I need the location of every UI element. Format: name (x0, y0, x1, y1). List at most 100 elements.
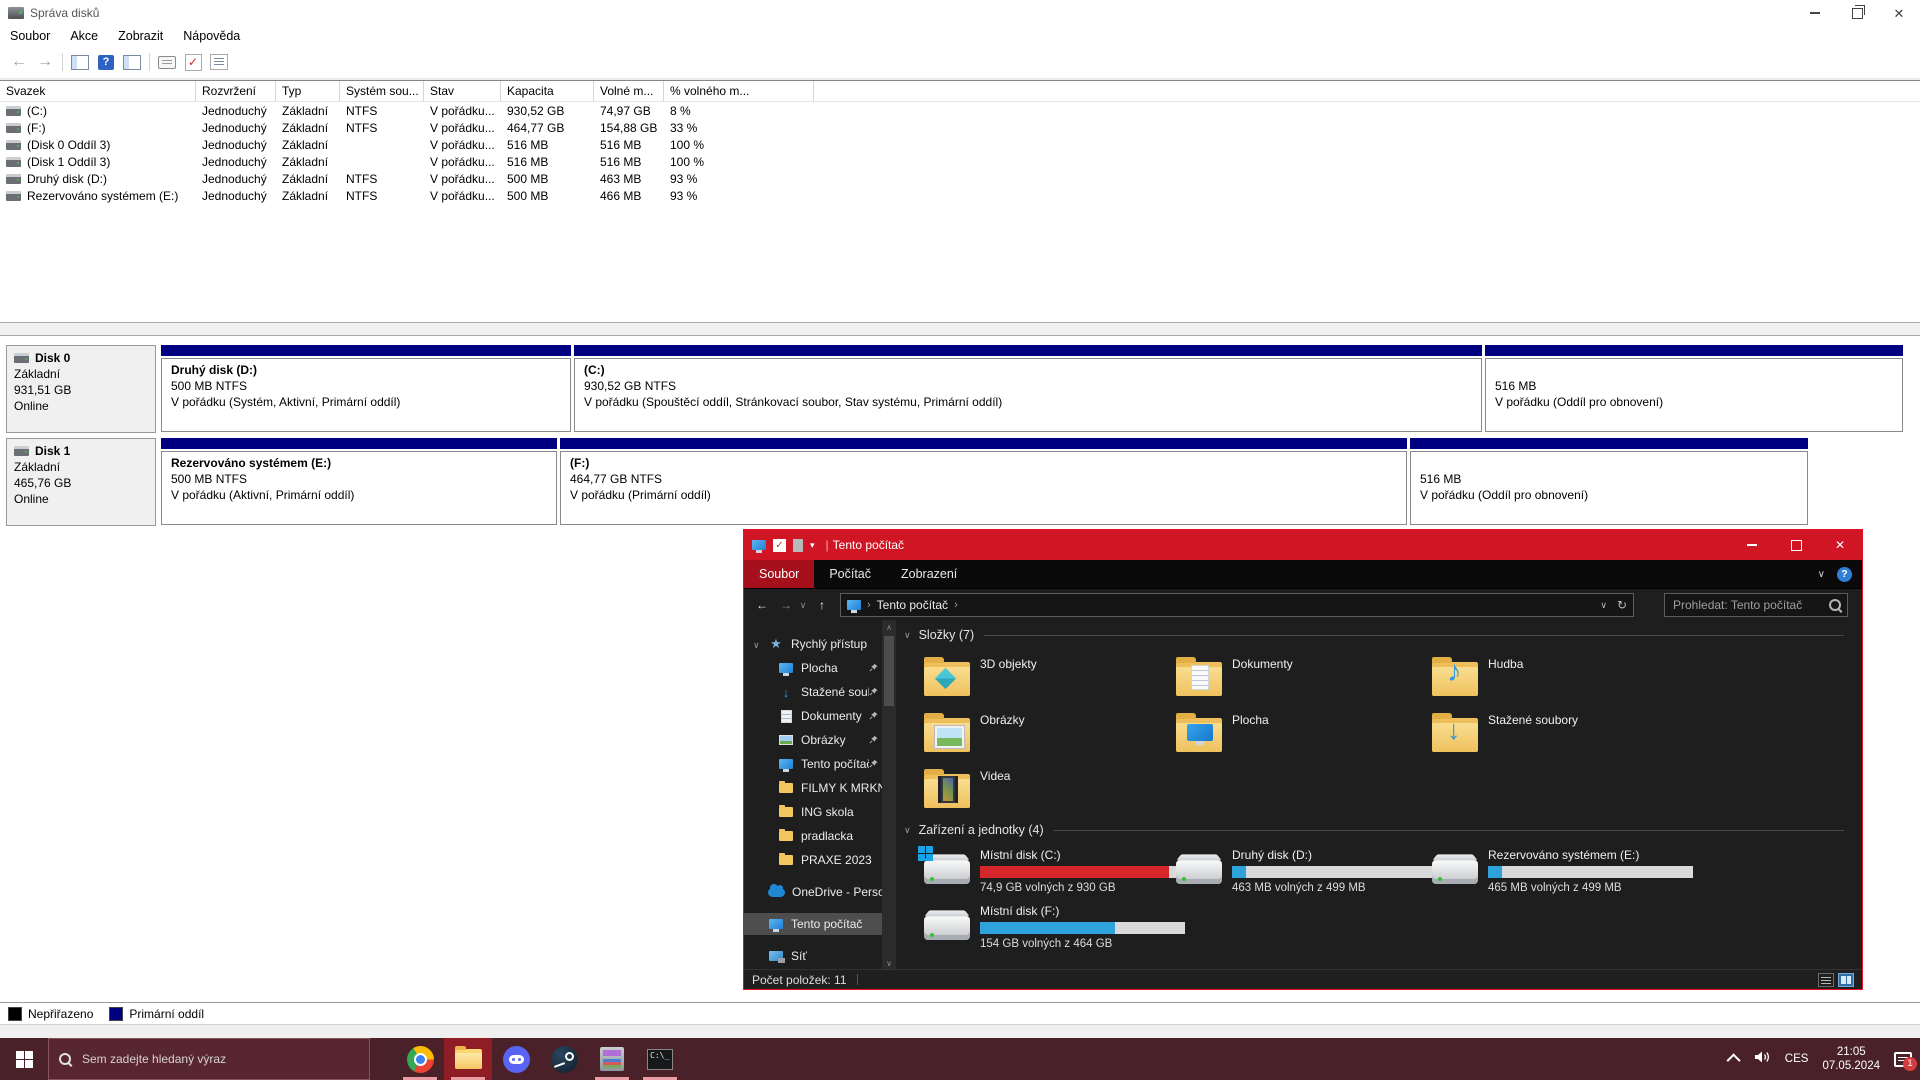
taskbar-steam-button[interactable] (540, 1038, 588, 1080)
folder-tile-videa[interactable]: Videa (924, 766, 1164, 818)
list-view-button[interactable] (206, 49, 232, 75)
taskbar-winrar-button[interactable] (588, 1038, 636, 1080)
column-kapacita[interactable]: Kapacita (501, 81, 594, 101)
section-folders[interactable]: ∨ Složky (7) (904, 627, 1844, 643)
nav-back-button[interactable]: ← (752, 589, 772, 621)
taskbar-chrome-button[interactable] (396, 1038, 444, 1080)
sidebar-item-praxe-2023[interactable]: PRAXE 2023 (744, 849, 882, 871)
sidebar-scrollbar[interactable]: ∧ ∨ (882, 620, 896, 970)
qat-caret-icon[interactable]: ▾ (810, 540, 815, 551)
tray-expand-icon[interactable] (1726, 1053, 1740, 1067)
refresh-icon[interactable]: ↻ (1617, 598, 1627, 612)
volume-row-disk0-oddil3[interactable]: (Disk 0 Oddíl 3) Jednoduchý Základní V p… (0, 136, 1920, 153)
notification-center-icon[interactable]: 1 (1894, 1052, 1912, 1067)
help-button[interactable]: ? (93, 49, 119, 75)
nav-up-button[interactable]: ↑ (812, 589, 832, 621)
close-button[interactable]: ✕ (1878, 0, 1920, 26)
tab-soubor[interactable]: Soubor (744, 560, 814, 588)
explorer-close-button[interactable]: ✕ (1818, 530, 1862, 560)
explorer-minimize-button[interactable] (1730, 530, 1774, 560)
taskbar-search[interactable] (48, 1038, 370, 1080)
search-input[interactable] (1671, 597, 1829, 613)
volume-row-e[interactable]: Rezervováno systémem (E:) Jednoduchý Zák… (0, 187, 1920, 204)
partition-e[interactable]: Rezervováno systémem (E:) 500 MB NTFS V … (161, 438, 557, 526)
menu-akce[interactable]: Akce (60, 28, 108, 44)
minimize-button[interactable] (1794, 0, 1836, 26)
scroll-down-icon[interactable]: ∨ (882, 956, 896, 970)
back-button[interactable]: ← (6, 49, 32, 75)
forward-button[interactable]: → (32, 49, 58, 75)
column-svazek[interactable]: Svazek (0, 81, 196, 101)
properties-button[interactable] (154, 49, 180, 75)
sidebar-item-pradlacka[interactable]: pradlacka (744, 825, 882, 847)
explorer-maximize-button[interactable] (1774, 530, 1818, 560)
scrollbar-thumb[interactable] (884, 636, 894, 706)
sidebar-item-stazene-soubory[interactable]: ↓ Stažené soub (744, 681, 882, 703)
section-collapse-icon[interactable]: ∨ (904, 825, 911, 836)
breadcrumb[interactable]: Tento počítač (877, 598, 948, 612)
show-hide-button[interactable] (119, 49, 145, 75)
taskbar-explorer-button[interactable] (444, 1038, 492, 1080)
volume-row-d[interactable]: Druhý disk (D:) Jednoduchý Základní NTFS… (0, 170, 1920, 187)
pane-splitter[interactable] (0, 322, 1920, 336)
sidebar-item-quick-access[interactable]: ★ Rychlý přístup (744, 633, 882, 655)
folder-tile-plocha[interactable]: Plocha (1176, 710, 1416, 762)
folder-tile-stazene-soubory[interactable]: ↓ Stažené soubory (1432, 710, 1672, 762)
details-view-button[interactable] (1818, 973, 1834, 987)
new-folder-icon[interactable] (793, 539, 803, 552)
folder-tile-hudba[interactable]: ♪ Hudba (1432, 654, 1672, 706)
column-stav[interactable]: Stav (424, 81, 501, 101)
disk-1-label[interactable]: Disk 1 Základní 465,76 GB Online (6, 438, 156, 526)
volume-row-c[interactable]: (C:) Jednoduchý Základní NTFS V pořádku.… (0, 102, 1920, 119)
clock[interactable]: 21:05 07.05.2024 (1822, 1045, 1880, 1073)
taskbar-cmd-button[interactable]: C:\_ (636, 1038, 684, 1080)
column-volne-misto[interactable]: Volné m... (594, 81, 664, 101)
column-system-souboru[interactable]: Systém sou... (340, 81, 424, 101)
partition-disk1-recovery[interactable]: 516 MB V pořádku (Oddíl pro obnovení) (1410, 438, 1808, 526)
sidebar-item-onedrive[interactable]: OneDrive - Person (744, 881, 882, 903)
sidebar-item-ing-skola[interactable]: ING skola (744, 801, 882, 823)
section-collapse-icon[interactable]: ∨ (904, 630, 911, 641)
address-dropdown-icon[interactable]: ∨ (1600, 600, 1607, 611)
sidebar-item-obrazky[interactable]: Obrázky (744, 729, 882, 751)
sidebar-item-plocha[interactable]: Plocha (744, 657, 882, 679)
address-bar[interactable]: › Tento počítač › ∨ ↻ (840, 593, 1634, 617)
folder-tile-3d-objekty[interactable]: 3D objekty (924, 654, 1164, 706)
column-procento-volneho[interactable]: % volného m... (664, 81, 814, 101)
check-button[interactable]: ✓ (180, 49, 206, 75)
drive-tile-c[interactable]: Místní disk (C:) 74,9 GB volných z 930 G… (924, 848, 1204, 898)
column-rozvrzeni[interactable]: Rozvržení (196, 81, 276, 101)
language-indicator[interactable]: CES (1785, 1053, 1809, 1065)
menu-soubor[interactable]: Soubor (0, 28, 60, 44)
volume-row-f[interactable]: (F:) Jednoduchý Základní NTFS V pořádku.… (0, 119, 1920, 136)
folder-tile-obrazky[interactable]: Obrázky (924, 710, 1164, 762)
nav-forward-button[interactable]: → (776, 589, 796, 621)
search-box[interactable] (1664, 593, 1848, 617)
partition-c[interactable]: (C:) 930,52 GB NTFS V pořádku (Spouštěcí… (574, 345, 1482, 433)
drive-tile-e[interactable]: Rezervováno systémem (E:) 465 MB volných… (1432, 848, 1712, 898)
nav-history-caret[interactable]: ∨ (796, 589, 810, 621)
sidebar-item-tento-pocitac-pinned[interactable]: Tento počítač (744, 753, 882, 775)
start-button[interactable] (0, 1038, 48, 1080)
tab-zobrazeni[interactable]: Zobrazení (886, 560, 972, 588)
menu-zobrazit[interactable]: Zobrazit (108, 28, 173, 44)
sidebar-item-tento-pocitac[interactable]: Tento počítač (744, 913, 882, 935)
section-drives[interactable]: ∨ Zařízení a jednotky (4) (904, 822, 1844, 838)
partition-f[interactable]: (F:) 464,77 GB NTFS V pořádku (Primární … (560, 438, 1407, 526)
sidebar-item-dokumenty[interactable]: Dokumenty (744, 705, 882, 727)
sidebar-item-sit[interactable]: Síť (744, 945, 882, 967)
explorer-help-icon[interactable]: ? (1837, 567, 1852, 582)
ribbon-expand-icon[interactable]: ∨ (1818, 569, 1825, 580)
volume-row-disk1-oddil3[interactable]: (Disk 1 Oddíl 3) Jednoduchý Základní V p… (0, 153, 1920, 170)
folder-tile-dokumenty[interactable]: Dokumenty (1176, 654, 1416, 706)
speaker-icon[interactable] (1754, 1050, 1771, 1069)
drive-tile-d[interactable]: Druhý disk (D:) 463 MB volných z 499 MB (1176, 848, 1456, 898)
tab-pocitac[interactable]: Počítač (814, 560, 886, 588)
drive-tile-f[interactable]: Místní disk (F:) 154 GB volných z 464 GB (924, 904, 1204, 954)
partition-disk0-recovery[interactable]: 516 MB V pořádku (Oddíl pro obnovení) (1485, 345, 1903, 433)
properties-icon[interactable]: ✓ (773, 539, 786, 552)
taskbar-search-input[interactable] (80, 1051, 359, 1067)
scroll-up-icon[interactable]: ∧ (882, 620, 896, 634)
menu-napoveda[interactable]: Nápověda (173, 28, 250, 44)
partition-d[interactable]: Druhý disk (D:) 500 MB NTFS V pořádku (S… (161, 345, 571, 433)
